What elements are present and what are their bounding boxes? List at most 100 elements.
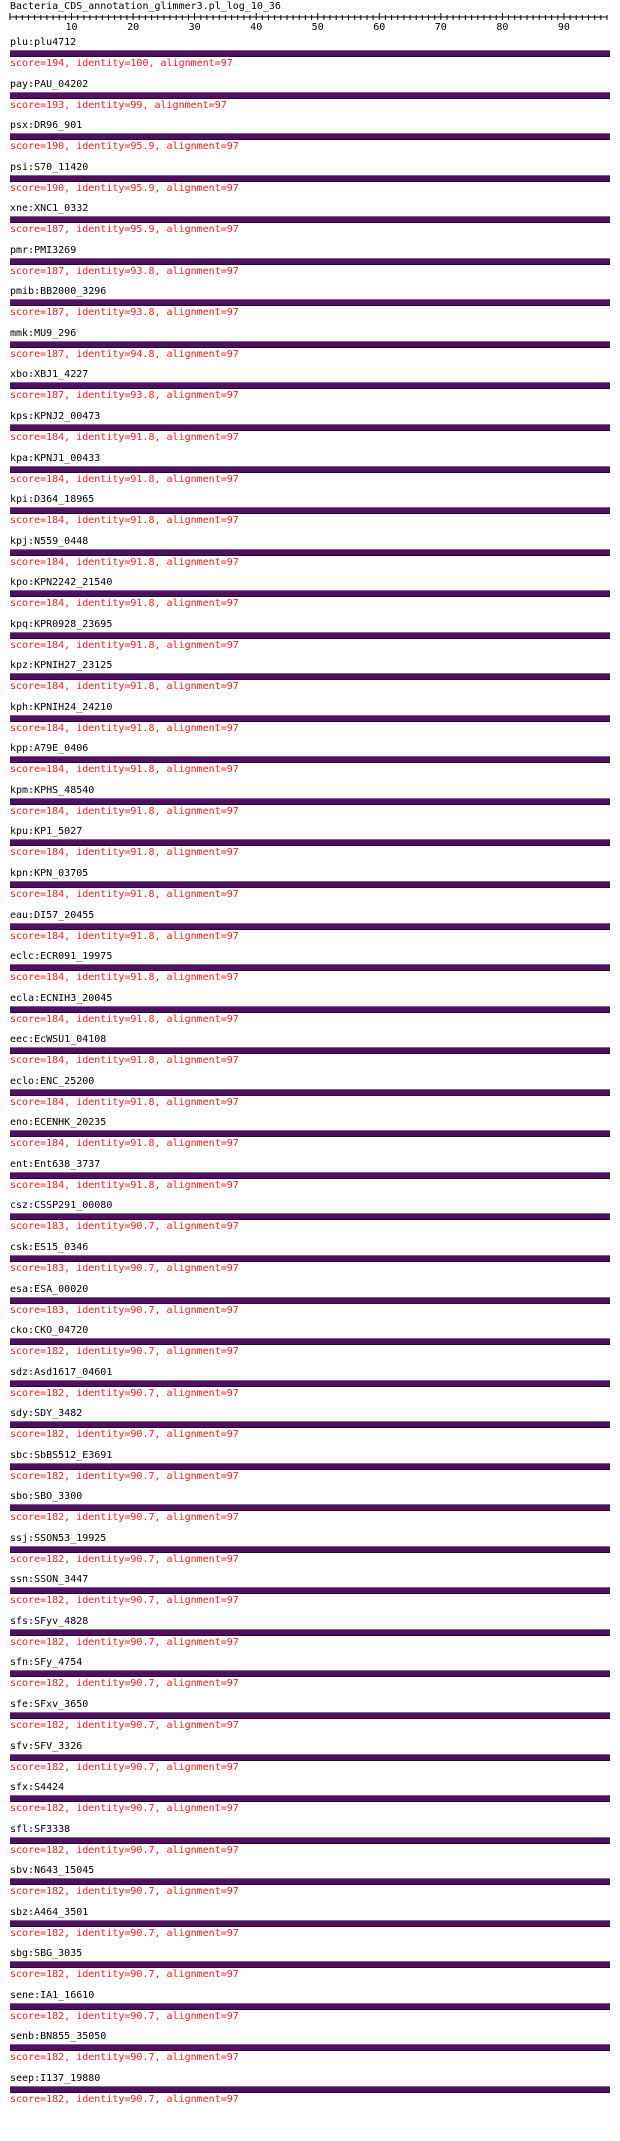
hit-row[interactable]: sfe:SFxv_3650 score=182, identity=90.7, a… [10, 1699, 610, 1741]
hit-gene-name[interactable]: sbz:A464_3501 [10, 1907, 88, 1919]
hit-gene-name[interactable]: kpi:D364_18965 [10, 494, 94, 506]
hit-row[interactable]: ecla:ECNIH3_20045 score=184, identity=91.… [10, 993, 610, 1035]
hit-row[interactable]: eau:DI57_20455 score=184, identity=91.8, … [10, 910, 610, 952]
hit-row[interactable]: sbo:SBO_3300 score=182, identity=90.7, al… [10, 1491, 610, 1533]
hit-gene-name[interactable]: csz:CSSP291_00080 [10, 1200, 112, 1212]
hit-row[interactable]: kpq:KPR0928_23695 score=184, identity=91.… [10, 619, 610, 661]
hit-gene-name[interactable]: kpo:KPN2242_21540 [10, 577, 112, 589]
hit-gene-name[interactable]: sbo:SBO_3300 [10, 1491, 82, 1503]
hit-gene-name[interactable]: xbo:XBJ1_4227 [10, 369, 88, 381]
hit-row[interactable]: kpu:KP1_5027 score=184, identity=91.8, al… [10, 826, 610, 868]
hit-gene-name[interactable]: ssn:SSON_3447 [10, 1574, 88, 1586]
hit-gene-name[interactable]: seep:I137_19880 [10, 2073, 100, 2085]
hit-gene-name[interactable]: sfx:S4424 [10, 1782, 64, 1794]
hit-row[interactable]: senb:BN855_35050 score=182, identity=90.7… [10, 2031, 610, 2073]
hit-row[interactable]: sbz:A464_3501 score=182, identity=90.7, a… [10, 1907, 610, 1949]
hit-row[interactable]: sdy:SDY_3482 score=182, identity=90.7, al… [10, 1408, 610, 1450]
hit-gene-name[interactable]: kpn:KPN_03705 [10, 868, 88, 880]
hit-row[interactable]: sfv:SFV_3326 score=182, identity=90.7, al… [10, 1741, 610, 1783]
hit-gene-name[interactable]: sfs:SFyv_4828 [10, 1616, 88, 1628]
hit-gene-name[interactable]: ecla:ECNIH3_20045 [10, 993, 112, 1005]
hit-row[interactable]: plu:plu4712 score=194, identity=100, alig… [10, 37, 610, 79]
hit-gene-name[interactable]: kpu:KP1_5027 [10, 826, 82, 838]
hit-row[interactable]: eno:ECENHK_20235 score=184, identity=91.8… [10, 1117, 610, 1159]
hit-gene-name[interactable]: kpa:KPNJ1_00433 [10, 453, 100, 465]
hit-gene-name[interactable]: sbg:SBG_3035 [10, 1948, 82, 1960]
hit-gene-name[interactable]: eau:DI57_20455 [10, 910, 94, 922]
hit-row[interactable]: sbg:SBG_3035 score=182, identity=90.7, al… [10, 1948, 610, 1990]
hit-row[interactable]: sfn:SFy_4754 score=182, identity=90.7, al… [10, 1657, 610, 1699]
hit-row[interactable]: mmk:MU9_296 score=187, identity=94.8, ali… [10, 328, 610, 370]
hit-gene-name[interactable]: psi:S70_11420 [10, 162, 88, 174]
hit-row[interactable]: pmr:PMI3269 score=187, identity=93.8, ali… [10, 245, 610, 287]
hit-row[interactable]: kpj:N559_0448 score=184, identity=91.8, a… [10, 536, 610, 578]
hit-gene-name[interactable]: sfl:SF3338 [10, 1824, 70, 1836]
hit-row[interactable]: kpa:KPNJ1_00433 score=184, identity=91.8,… [10, 453, 610, 495]
hit-gene-name[interactable]: xne:XNC1_0332 [10, 203, 88, 215]
hit-row[interactable]: xne:XNC1_0332 score=187, identity=95.9, a… [10, 203, 610, 245]
hit-gene-name[interactable]: eclo:ENC_25200 [10, 1076, 94, 1088]
hit-gene-name[interactable]: sbc:SbBS512_E3691 [10, 1450, 112, 1462]
hit-gene-name[interactable]: eec:EcWSU1_04108 [10, 1034, 106, 1046]
hit-row[interactable]: sfs:SFyv_4828 score=182, identity=90.7, a… [10, 1616, 610, 1658]
hit-row[interactable]: sbv:N643_15045 score=182, identity=90.7, … [10, 1865, 610, 1907]
hit-row[interactable]: seep:I137_19880 score=182, identity=90.7,… [10, 2073, 610, 2115]
hit-row[interactable]: sfx:S4424 score=182, identity=90.7, align… [10, 1782, 610, 1824]
hit-gene-name[interactable]: kpj:N559_0448 [10, 536, 88, 548]
hit-row[interactable]: eclc:ECR091_19975 score=184, identity=91.… [10, 951, 610, 993]
hit-gene-name[interactable]: sene:IA1_16610 [10, 1990, 94, 2002]
hit-row[interactable]: csz:CSSP291_00080 score=183, identity=90.… [10, 1200, 610, 1242]
hit-row[interactable]: eclo:ENC_25200 score=184, identity=91.8, … [10, 1076, 610, 1118]
hit-row[interactable]: kpz:KPNIH27_23125 score=184, identity=91.… [10, 660, 610, 702]
hit-row[interactable]: kpi:D364_18965 score=184, identity=91.8, … [10, 494, 610, 536]
hit-gene-name[interactable]: cko:CKO_04720 [10, 1325, 88, 1337]
hit-row[interactable]: kps:KPNJ2_00473 score=184, identity=91.8,… [10, 411, 610, 453]
hit-row[interactable]: pay:PAU_04202 score=193, identity=99, ali… [10, 79, 610, 121]
hit-row[interactable]: psi:S70_11420 score=190, identity=95.9, a… [10, 162, 610, 204]
hit-gene-name[interactable]: sdz:Asd1617_04601 [10, 1367, 112, 1379]
hit-gene-name[interactable]: sfn:SFy_4754 [10, 1657, 82, 1669]
hit-gene-name[interactable]: psx:DR96_901 [10, 120, 82, 132]
hit-row[interactable]: sene:IA1_16610 score=182, identity=90.7, … [10, 1990, 610, 2032]
hit-row[interactable]: eec:EcWSU1_04108 score=184, identity=91.8… [10, 1034, 610, 1076]
hit-row[interactable]: sdz:Asd1617_04601 score=182, identity=90.… [10, 1367, 610, 1409]
hit-row[interactable]: ssj:SSON53_19925 score=182, identity=90.7… [10, 1533, 610, 1575]
hit-row[interactable]: psx:DR96_901 score=190, identity=95.9, al… [10, 120, 610, 162]
hit-gene-name[interactable]: sfe:SFxv_3650 [10, 1699, 88, 1711]
hit-gene-name[interactable]: mmk:MU9_296 [10, 328, 76, 340]
hit-gene-name[interactable]: ssj:SSON53_19925 [10, 1533, 106, 1545]
hit-gene-name[interactable]: eclc:ECR091_19975 [10, 951, 112, 963]
hit-gene-name[interactable]: ent:Ent638_3737 [10, 1159, 100, 1171]
hit-gene-name[interactable]: pmr:PMI3269 [10, 245, 76, 257]
hit-gene-name[interactable]: eno:ECENHK_20235 [10, 1117, 106, 1129]
hit-row[interactable]: sbc:SbBS512_E3691 score=182, identity=90.… [10, 1450, 610, 1492]
hit-gene-name[interactable]: sdy:SDY_3482 [10, 1408, 82, 1420]
hit-gene-name[interactable]: kps:KPNJ2_00473 [10, 411, 100, 423]
hit-row[interactable]: xbo:XBJ1_4227 score=187, identity=93.8, a… [10, 369, 610, 411]
hit-row[interactable]: esa:ESA_00020 score=183, identity=90.7, a… [10, 1284, 610, 1326]
hit-gene-name[interactable]: csk:ES15_0346 [10, 1242, 88, 1254]
hit-gene-name[interactable]: pmib:BB2000_3296 [10, 286, 106, 298]
hit-row[interactable]: pmib:BB2000_3296 score=187, identity=93.8… [10, 286, 610, 328]
hit-row[interactable]: cko:CKO_04720 score=182, identity=90.7, a… [10, 1325, 610, 1367]
hit-gene-name[interactable]: pay:PAU_04202 [10, 79, 88, 91]
hit-gene-name[interactable]: kph:KPNIH24_24210 [10, 702, 112, 714]
hit-row[interactable]: sfl:SF3338 score=182, identity=90.7, alig… [10, 1824, 610, 1866]
hit-gene-name[interactable]: kpq:KPR0928_23695 [10, 619, 112, 631]
hit-gene-name[interactable]: senb:BN855_35050 [10, 2031, 106, 2043]
hit-row[interactable]: kpn:KPN_03705 score=184, identity=91.8, a… [10, 868, 610, 910]
hit-row[interactable]: kph:KPNIH24_24210 score=184, identity=91.… [10, 702, 610, 744]
hit-row[interactable]: ssn:SSON_3447 score=182, identity=90.7, a… [10, 1574, 610, 1616]
hit-row[interactable]: kpp:A79E_0406 score=184, identity=91.8, a… [10, 743, 610, 785]
hit-gene-name[interactable]: sbv:N643_15045 [10, 1865, 94, 1877]
hit-gene-name[interactable]: kpz:KPNIH27_23125 [10, 660, 112, 672]
hit-gene-name[interactable]: kpm:KPHS_48540 [10, 785, 94, 797]
hit-gene-name[interactable]: esa:ESA_00020 [10, 1284, 88, 1296]
hit-gene-name[interactable]: plu:plu4712 [10, 37, 76, 49]
hit-row[interactable]: ent:Ent638_3737 score=184, identity=91.8,… [10, 1159, 610, 1201]
hit-row[interactable]: kpm:KPHS_48540 score=184, identity=91.8, … [10, 785, 610, 827]
hit-gene-name[interactable]: sfv:SFV_3326 [10, 1741, 82, 1753]
hit-gene-name[interactable]: kpp:A79E_0406 [10, 743, 88, 755]
hit-row[interactable]: kpo:KPN2242_21540 score=184, identity=91.… [10, 577, 610, 619]
hit-row[interactable]: csk:ES15_0346 score=183, identity=90.7, a… [10, 1242, 610, 1284]
